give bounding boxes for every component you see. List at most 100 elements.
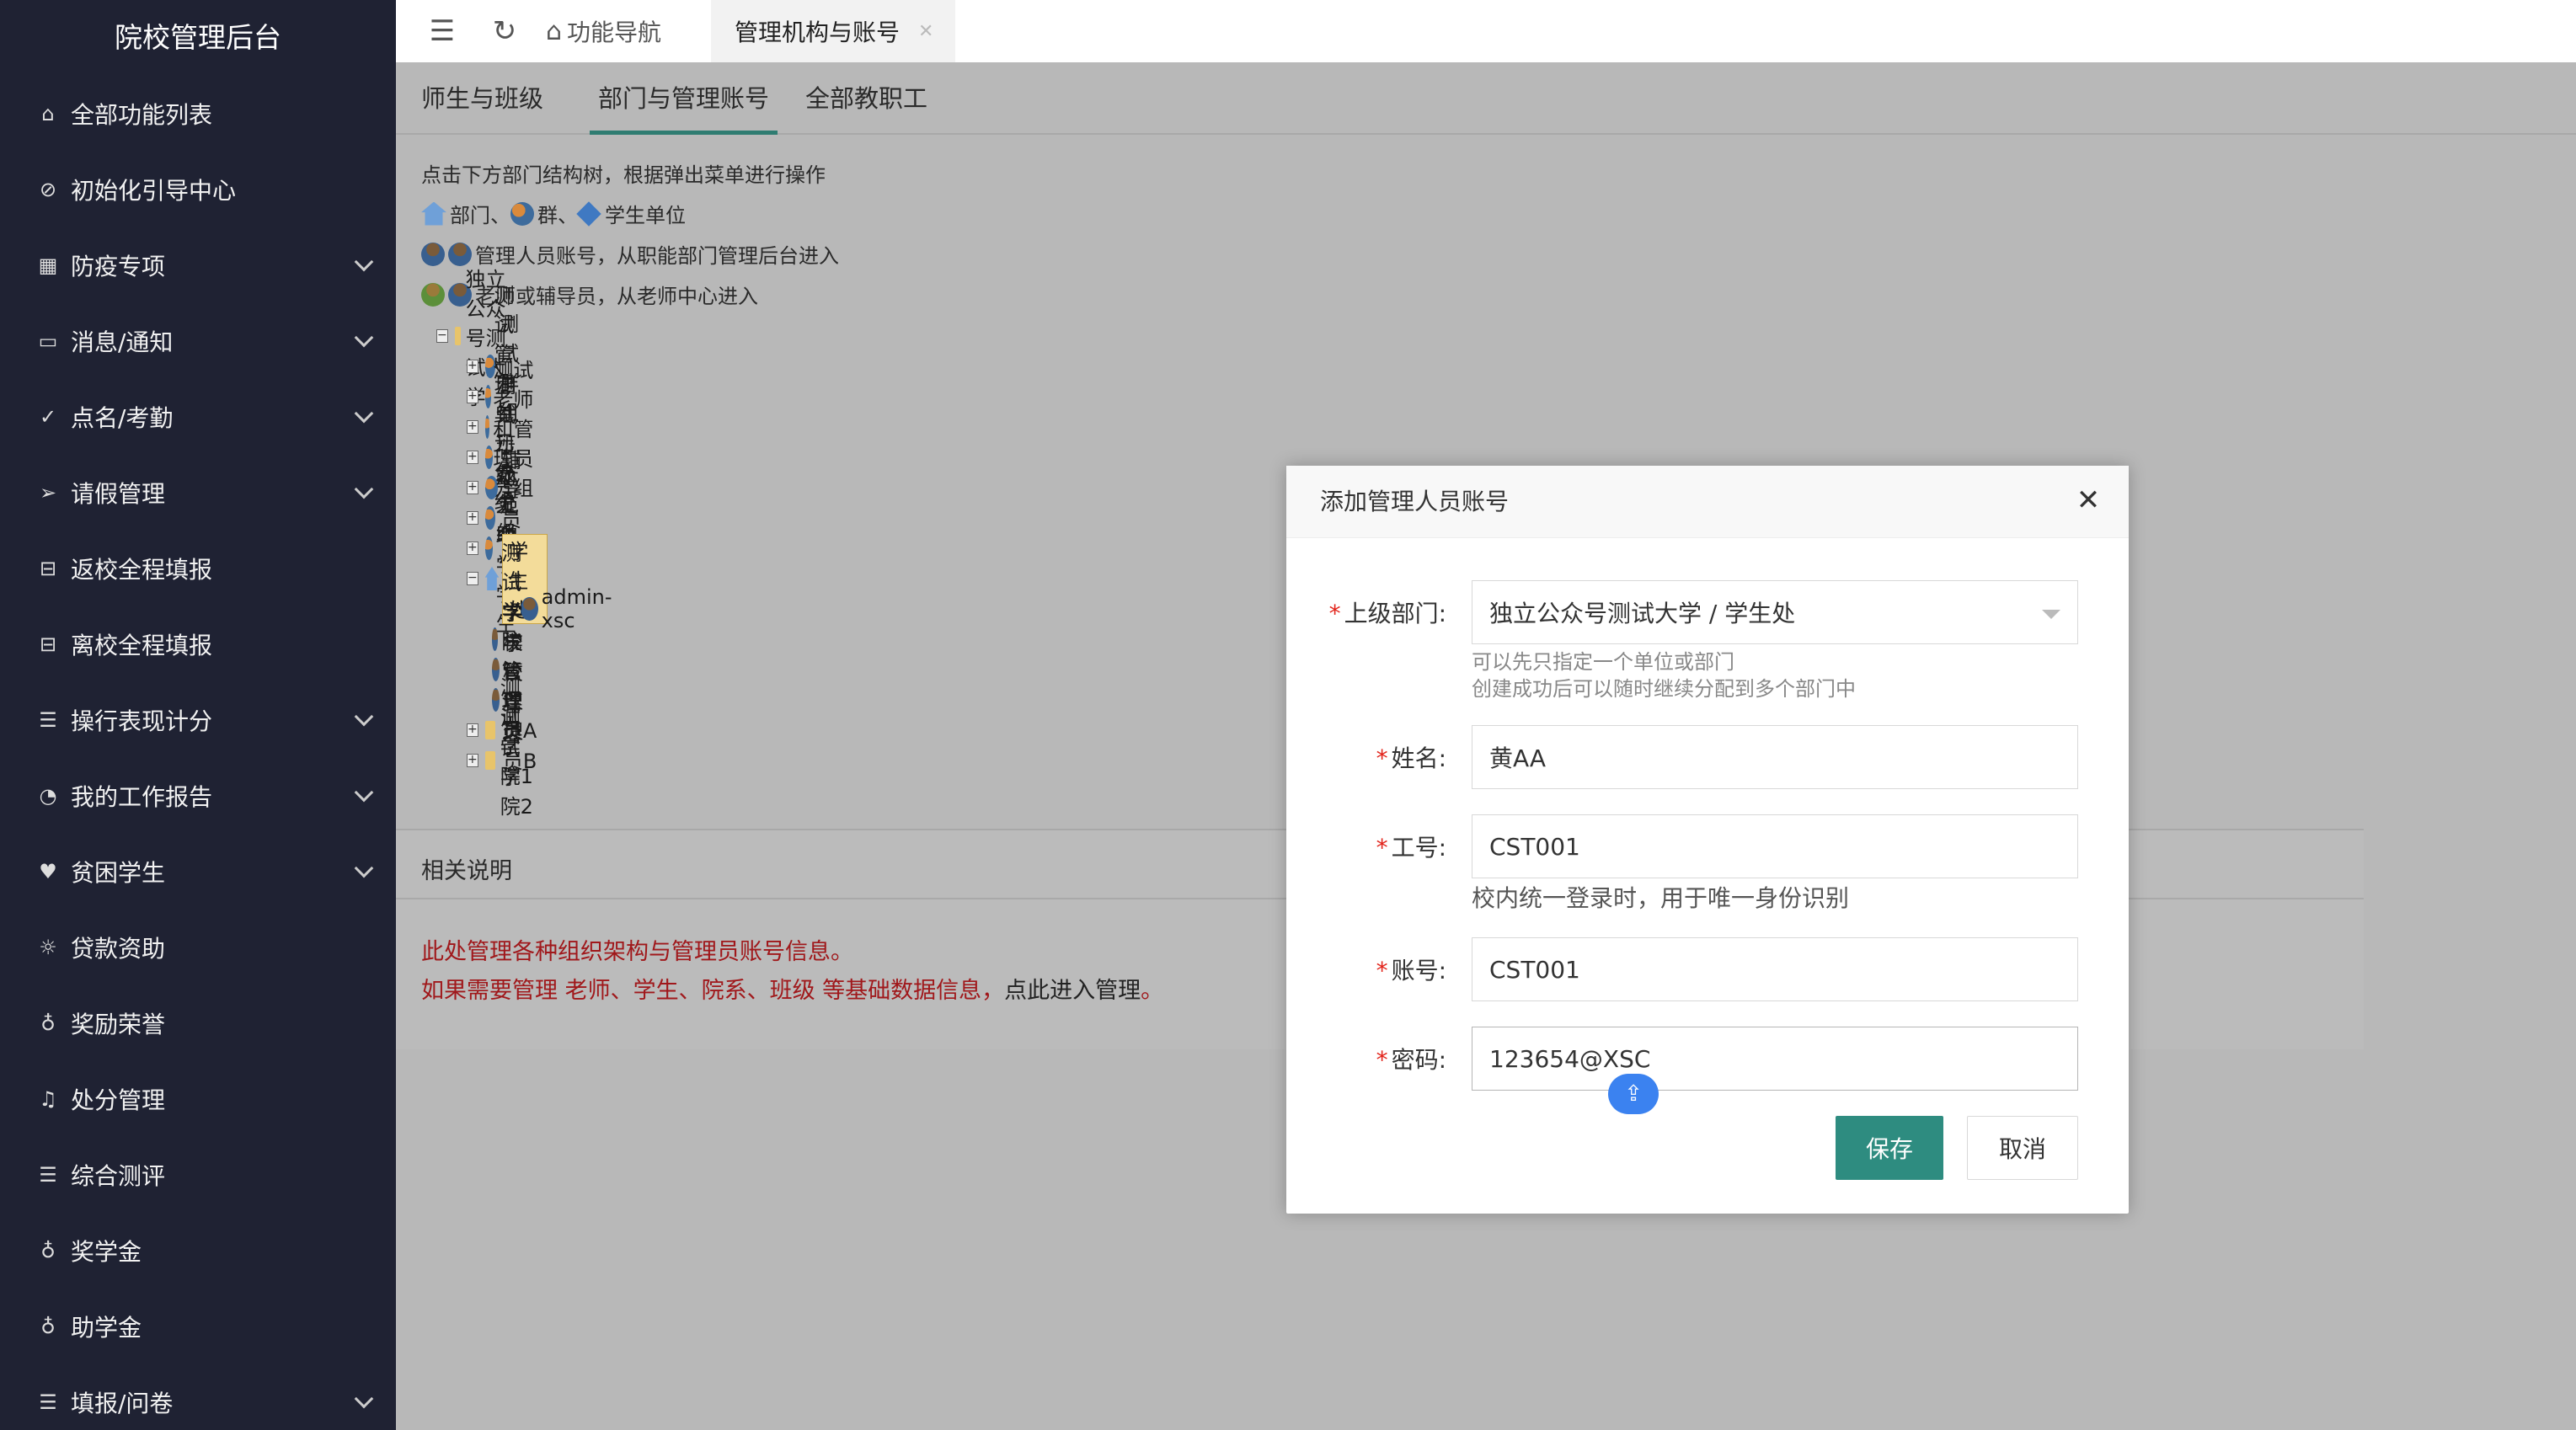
department-icon <box>484 567 500 590</box>
sidebar-item[interactable]: ♁ 助学金 <box>0 1289 396 1364</box>
sidebar-item[interactable]: ☰ 综合测评 <box>0 1137 396 1213</box>
sidebar-item-label: 我的工作报告 <box>71 783 213 811</box>
sidebar-item-label: 返校全程填报 <box>71 556 213 584</box>
notes-line-1: 此处管理各种组织架构与管理员账号信息。 <box>421 939 853 965</box>
manage-link[interactable]: 点此进入管理 <box>1004 978 1141 1004</box>
expand-icon[interactable]: + <box>467 420 478 434</box>
sliders-icon: ☰ <box>39 1163 57 1187</box>
sidebar-item[interactable]: ⊟ 返校全程填报 <box>0 531 396 606</box>
sidebar-item[interactable]: ⊘ 初始化引导中心 <box>0 152 396 227</box>
notes-line-2: 如果需要管理 老师、学生、院系、班级 等基础数据信息，点此进入管理。 <box>421 972 1163 1005</box>
account-value: CST001 <box>1489 955 1580 984</box>
sidebar-item-label: 处分管理 <box>71 1086 166 1114</box>
parent-dept-value: 独立公众号测试大学 / 学生处 <box>1489 600 1796 627</box>
expand-icon[interactable]: + <box>467 511 478 525</box>
dept-hint-2: 创建成功后可以随时继续分配到多个部门中 <box>1472 677 1856 701</box>
group-icon <box>510 201 534 226</box>
empno-label: * 工号: <box>1286 830 1446 863</box>
employee-number-field[interactable]: CST001 <box>1472 814 2078 878</box>
compass-icon: ⊘ <box>39 178 57 201</box>
caps-lock-icon: ⇪ <box>1608 1074 1659 1114</box>
sidebar-item-label: 操行表现计分 <box>71 707 213 735</box>
add-admin-dialog: 添加管理人员账号 ✕ * 上级部门: 独立公众号测试大学 / 学生处 可以先只指定… <box>1286 466 2129 1214</box>
expand-icon[interactable]: + <box>467 542 478 555</box>
list-icon: ☰ <box>39 1390 57 1414</box>
sidebar-item-label: 初始化引导中心 <box>71 177 237 205</box>
sidebar-item-label: 填报/问卷 <box>71 1390 174 1417</box>
home-icon: ⌂ <box>41 102 55 125</box>
employee-number-value: CST001 <box>1489 832 1580 861</box>
sidebar-item[interactable]: ♁ 奖励荣誉 <box>0 985 396 1061</box>
subtab-departments-accounts[interactable]: 部门与管理账号 <box>590 62 778 135</box>
folder-icon <box>484 721 495 739</box>
admin-user-icon <box>492 688 500 712</box>
tab-org-accounts-label: 管理机构与账号 <box>735 19 901 46</box>
book-icon: ⊟ <box>39 557 57 580</box>
group-icon <box>484 446 493 469</box>
collapse-menu-icon[interactable]: ☰ <box>411 0 473 62</box>
cancel-button[interactable]: 取消 <box>1967 1116 2078 1180</box>
sidebar-item[interactable]: ▦ 防疫专项 <box>0 227 396 303</box>
chevron-down-icon <box>354 403 374 424</box>
group-icon <box>484 415 490 439</box>
sidebar-item[interactable]: ♁ 奖学金 <box>0 1213 396 1289</box>
sidebar-item[interactable]: ☰ 填报/问卷 <box>0 1364 396 1430</box>
sidebar-item[interactable]: ➢ 请假管理 <box>0 455 396 531</box>
subtab-teachers-classes[interactable]: 师生与班级 <box>421 62 543 135</box>
group-icon <box>484 536 493 560</box>
bell-icon: ♫ <box>39 1087 57 1111</box>
chevron-down-icon <box>2042 610 2060 619</box>
tab-home[interactable]: ⌂ 功能导航 <box>546 0 661 62</box>
password-value: 123654@XSC <box>1489 1044 1651 1073</box>
expand-icon[interactable]: + <box>467 360 478 373</box>
name-field[interactable]: 黄AA <box>1472 725 2078 789</box>
sidebar-item[interactable]: ◔ 我的工作报告 <box>0 758 396 834</box>
sidebar-item[interactable]: ☰ 操行表现计分 <box>0 682 396 758</box>
password-label-text: 密码: <box>1391 1046 1446 1074</box>
close-icon[interactable]: ✕ <box>2073 486 2103 516</box>
name-label-text: 姓名: <box>1391 744 1446 772</box>
save-button[interactable]: 保存 <box>1836 1116 1943 1180</box>
heart-icon: ♥ <box>39 860 57 883</box>
empno-hint: 校内统一登录时，用于唯一身份识别 <box>1472 884 1850 912</box>
department-icon <box>421 201 446 226</box>
refresh-icon[interactable]: ↻ <box>473 0 536 62</box>
expand-icon[interactable]: + <box>467 723 478 737</box>
sidebar-item-label: 贫困学生 <box>71 859 166 887</box>
sidebar-item-label: 消息/通知 <box>71 328 174 356</box>
sub-tabs: 师生与班级 部门与管理账号 全部教职工 <box>396 62 2576 135</box>
admin-user-icon <box>492 658 500 681</box>
tab-org-accounts[interactable]: 管理机构与账号 ✕ <box>711 0 955 62</box>
expand-icon[interactable]: + <box>467 390 478 403</box>
required-mark: * <box>1376 957 1388 984</box>
tab-home-label: 功能导航 <box>567 19 662 46</box>
group-icon <box>484 385 491 408</box>
award-icon: ♁ <box>40 1011 56 1035</box>
help-text-2: 部门、 群、 学生单位 <box>421 199 686 228</box>
sidebar-item-label: 全部功能列表 <box>71 101 213 129</box>
folder-icon <box>454 327 461 345</box>
collapse-icon[interactable]: − <box>436 329 448 343</box>
account-field[interactable]: CST001 <box>1472 937 2078 1001</box>
sidebar-item[interactable]: ▭ 消息/通知 <box>0 303 396 379</box>
award-icon: ♁ <box>40 1315 56 1338</box>
collapse-icon[interactable]: − <box>467 572 478 585</box>
close-tab-icon[interactable]: ✕ <box>918 21 933 42</box>
subtab-all-staff[interactable]: 全部教职工 <box>805 62 927 135</box>
parent-dept-select[interactable]: 独立公众号测试大学 / 学生处 <box>1472 580 2078 644</box>
tree-node-label: 测试学院2 <box>500 707 533 819</box>
sidebar-item[interactable]: ✓ 点名/考勤 <box>0 379 396 455</box>
sidebar-item[interactable]: ♫ 处分管理 <box>0 1061 396 1137</box>
admin-user-icon <box>492 627 499 651</box>
send-icon: ➢ <box>39 481 57 504</box>
sidebar-item[interactable]: ♥ 贫困学生 <box>0 834 396 910</box>
sidebar-item[interactable]: ☼ 贷款资助 <box>0 910 396 985</box>
expand-icon[interactable]: + <box>467 754 478 767</box>
tree-node-folder[interactable]: + 测试学院2 <box>467 707 537 819</box>
expand-icon[interactable]: + <box>467 451 478 464</box>
expand-icon[interactable]: + <box>467 481 478 494</box>
password-field[interactable]: 123654@XSC <box>1472 1027 2078 1091</box>
sidebar-item[interactable]: ⌂ 全部功能列表 <box>0 76 396 152</box>
sidebar-item[interactable]: ⊟ 离校全程填报 <box>0 606 396 682</box>
required-mark: * <box>1376 1046 1388 1074</box>
